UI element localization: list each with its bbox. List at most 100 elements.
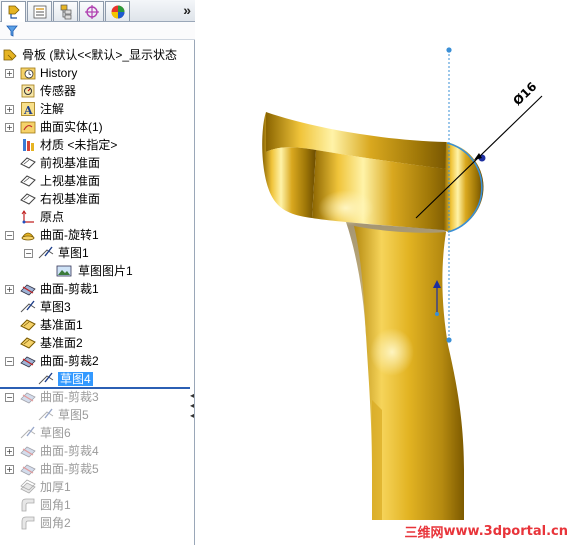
tree-item-right-plane[interactable]: 右视基准面 (0, 190, 192, 208)
tree-item-front-plane[interactable]: 前视基准面 (0, 154, 192, 172)
tree-item-plane2[interactable]: 基准面2 (0, 334, 192, 352)
tree-item-annotations[interactable]: + A 注解 (0, 100, 192, 118)
surface-stem[interactable] (354, 226, 464, 520)
display-manager-tab[interactable] (105, 1, 130, 21)
tree-item-sketch5[interactable]: 草图5 (0, 406, 192, 424)
tree-item-sketch1[interactable]: − 草图1 (0, 244, 192, 262)
expand-toggle[interactable]: + (5, 69, 14, 78)
svg-text:A: A (23, 104, 33, 117)
surface-bodies-folder-icon (20, 119, 36, 135)
surface-trim-icon (20, 389, 36, 405)
tree-root-label: 骨板 (默认<<默认>_显示状态 (22, 48, 178, 62)
sketch-icon (38, 407, 54, 423)
tree-item-sensors[interactable]: 传感器 (0, 82, 192, 100)
tree-item-surface-trim2[interactable]: − 曲面-剪裁2 (0, 352, 192, 370)
tree-item-material[interactable]: 材质 <未指定> (0, 136, 192, 154)
watermark-url: www.3dportal.cn (443, 523, 568, 539)
dimxpert-manager-tab[interactable] (79, 1, 104, 21)
more-tabs-button[interactable]: » (183, 2, 191, 18)
expand-toggle[interactable]: + (5, 123, 14, 132)
sketch-point[interactable] (446, 47, 452, 53)
reference-plane-icon (20, 317, 36, 333)
tree-item-sketch-picture1[interactable]: 草图图片1 (0, 262, 192, 280)
tree-item-fillet2[interactable]: 圆角2 (0, 514, 192, 532)
surface-highlight (318, 190, 374, 226)
sensor-icon (20, 83, 36, 99)
panel-splitter[interactable]: ◂ ◂ ◂ (189, 385, 196, 435)
graphics-viewport[interactable]: Ø16 三维网 www.3dportal.cn (196, 0, 576, 545)
tree-item-history[interactable]: + History (0, 64, 192, 82)
collapse-toggle[interactable]: − (5, 357, 14, 366)
tree-item-label: 草图4 (58, 372, 93, 386)
tree-item-surface-revolve1[interactable]: − 曲面-旋转1 (0, 226, 192, 244)
material-icon (20, 137, 36, 153)
history-folder-icon (20, 65, 36, 81)
feature-tree-icon (8, 5, 20, 19)
collapse-toggle[interactable]: − (5, 231, 14, 240)
tree-item-label: 草图5 (58, 408, 89, 422)
configuration-icon (60, 4, 71, 19)
tree-item-label: 曲面-剪裁5 (40, 462, 99, 476)
tree-root[interactable]: 骨板 (默认<<默认>_显示状态 (0, 46, 192, 64)
surface-trim-icon (20, 461, 36, 477)
tree-item-label: 注解 (40, 102, 65, 116)
tree-item-sketch3[interactable]: 草图3 (0, 298, 192, 316)
collapse-toggle[interactable]: − (24, 249, 33, 258)
surface-stem-edge (372, 400, 382, 520)
expand-toggle[interactable]: + (5, 285, 14, 294)
expand-toggle[interactable]: + (5, 447, 14, 456)
tree-item-label: 加厚1 (40, 480, 71, 494)
sketch-icon (38, 371, 54, 387)
tree-item-origin[interactable]: 原点 (0, 208, 192, 226)
annotation-icon: A (20, 101, 36, 117)
property-manager-tab[interactable] (27, 1, 52, 21)
fillet-icon (20, 515, 36, 531)
model-view[interactable]: Ø16 (196, 0, 576, 545)
tree-item-label: 圆角1 (40, 498, 71, 512)
tree-item-surface-trim1[interactable]: + 曲面-剪裁1 (0, 280, 192, 298)
display-manager-icon (111, 5, 124, 18)
tree-item-thicken1[interactable]: 加厚1 (0, 478, 192, 496)
tree-item-surface-trim4[interactable]: + 曲面-剪裁4 (0, 442, 192, 460)
expand-toggle[interactable]: + (5, 105, 14, 114)
splitter-arrow-icon: ◂ (190, 401, 195, 410)
surface-trim-icon (20, 443, 36, 459)
sketch-icon (38, 245, 54, 261)
plane-icon (20, 173, 36, 189)
tree-item-surface-trim3[interactable]: − 曲面-剪裁3 (0, 388, 192, 406)
crosshair-icon (84, 4, 99, 19)
tree-item-sketch4[interactable]: 草图4 (0, 370, 192, 388)
rollback-bar[interactable] (0, 387, 190, 389)
filter-bar[interactable] (0, 22, 195, 40)
sketch-point[interactable] (435, 312, 439, 316)
tree-item-label: 前视基准面 (40, 156, 101, 170)
property-list-icon (33, 5, 46, 18)
filter-icon[interactable] (6, 25, 18, 37)
watermark-cn: 三维网 (404, 525, 444, 541)
tree-item-label: 右视基准面 (40, 192, 101, 206)
tree-item-sketch6[interactable]: 草图6 (0, 424, 192, 442)
configuration-manager-tab[interactable] (53, 1, 78, 21)
tree-item-fillet1[interactable]: 圆角1 (0, 496, 192, 514)
feature-manager-tab[interactable] (1, 1, 26, 22)
sketch-icon (20, 425, 36, 441)
sketch-point[interactable] (446, 337, 452, 343)
tree-item-surface-bodies[interactable]: + 曲面实体(1) (0, 118, 192, 136)
tree-item-label: 曲面-剪裁3 (40, 390, 99, 404)
tree-item-label: 基准面2 (40, 336, 83, 350)
tree-item-label: 草图1 (58, 246, 89, 260)
tree-item-top-plane[interactable]: 上视基准面 (0, 172, 192, 190)
tree-item-surface-trim5[interactable]: + 曲面-剪裁5 (0, 460, 192, 478)
tree-item-label: 曲面-剪裁4 (40, 444, 99, 458)
tree-item-plane1[interactable]: 基准面1 (0, 316, 192, 334)
collapse-toggle[interactable]: − (5, 393, 14, 402)
tree-item-label: 草图6 (40, 426, 71, 440)
tree-item-label: 草图图片1 (78, 264, 133, 278)
expand-toggle[interactable]: + (5, 465, 14, 474)
sketch-picture-icon (56, 263, 72, 279)
tree-item-label: 传感器 (40, 84, 77, 98)
tree-item-label: 圆角2 (40, 516, 71, 530)
tree-item-label: 原点 (40, 210, 65, 224)
tree-item-label: 曲面-剪裁2 (40, 354, 99, 368)
dimension-label[interactable]: Ø16 (510, 79, 539, 108)
